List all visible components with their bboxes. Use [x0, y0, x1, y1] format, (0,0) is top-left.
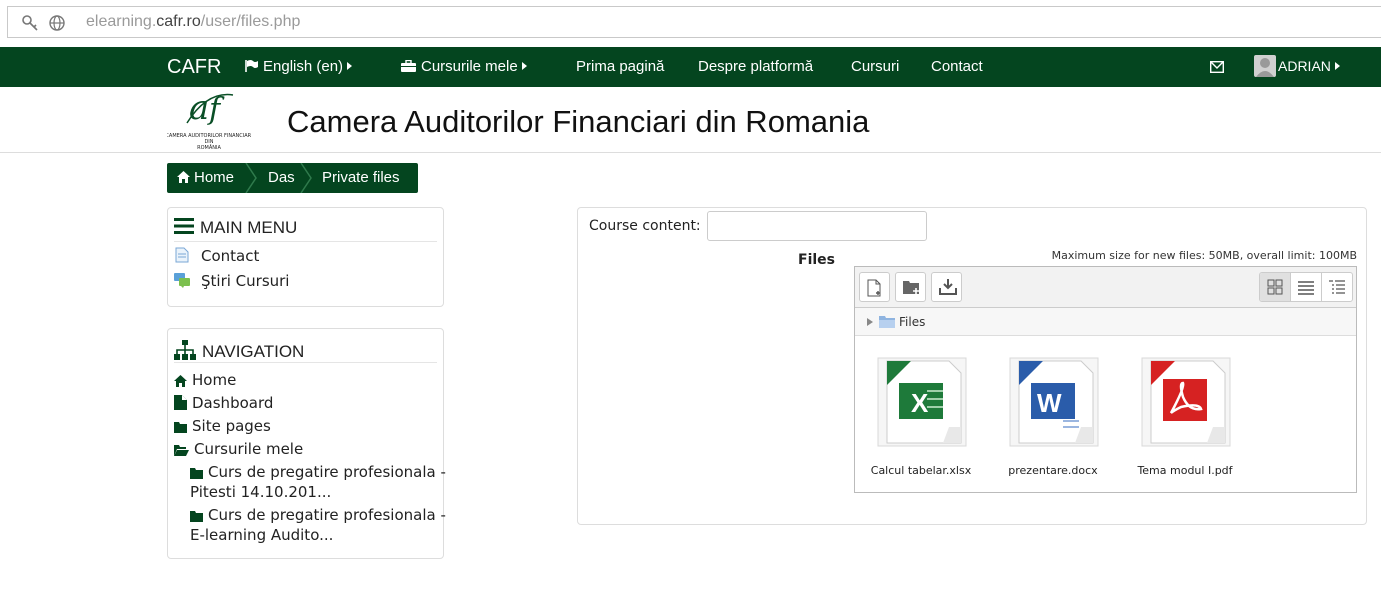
- private-files-region: Course content: Files Maximum size for n…: [577, 207, 1367, 525]
- brand-link[interactable]: CAFR: [167, 56, 221, 79]
- user-name: ADRIAN: [1278, 58, 1331, 74]
- cafr-logo[interactable]: a f CAMERA AUDITORILOR FINANCIARI DIN RO…: [167, 89, 251, 151]
- max-size-note: Maximum size for new files: 50MB, overal…: [1051, 249, 1357, 262]
- language-label: English ‎(en)‎: [263, 58, 344, 75]
- breadcrumb-home[interactable]: Home: [177, 169, 234, 186]
- avatar[interactable]: [1254, 55, 1276, 77]
- download-all-button[interactable]: [931, 272, 962, 302]
- browser-address-bar: elearning.cafr.ro/user/files.php: [0, 0, 1381, 46]
- folder-icon: [190, 511, 203, 522]
- nav-course-item[interactable]: Curs de pregatire profesionala -: [190, 506, 446, 524]
- pdf-file-icon: [1141, 357, 1231, 447]
- breadcrumb-dashboard[interactable]: Das: [268, 169, 295, 186]
- folder-icon: [174, 422, 187, 433]
- site-title: Camera Auditorilor Financiari din Romani…: [287, 104, 870, 139]
- forum-icon: [174, 273, 190, 288]
- list-view-button[interactable]: [1291, 273, 1322, 301]
- icons-view-button[interactable]: [1260, 273, 1291, 301]
- grid-icon: [1267, 279, 1283, 295]
- folder-icon: [190, 468, 203, 479]
- tree-icon: [1329, 280, 1345, 294]
- main-menu-title: MAIN MENU: [174, 218, 297, 238]
- sitemap-icon[interactable]: [174, 340, 196, 360]
- path-folder-name[interactable]: Files: [899, 315, 925, 329]
- language-menu[interactable]: English ‎(en)‎: [245, 58, 353, 75]
- breadcrumb-private-files[interactable]: Private files: [322, 169, 400, 186]
- svg-text:ROMÂNIA: ROMÂNIA: [197, 144, 221, 151]
- add-folder-icon: [903, 281, 919, 294]
- globe-icon: [49, 15, 65, 31]
- user-menu[interactable]: ADRIAN: [1278, 58, 1340, 74]
- download-icon: [939, 279, 957, 295]
- create-folder-button[interactable]: [895, 272, 926, 302]
- breadcrumb: Home Das Private files: [167, 163, 418, 193]
- caret-right-icon: [347, 62, 353, 70]
- briefcase-icon: [401, 60, 416, 72]
- file-name: Tema modul I.pdf: [1137, 464, 1233, 477]
- expand-arrow-icon[interactable]: [867, 318, 873, 326]
- file-item-xlsx[interactable]: X Calcul tabelar.xlsx: [855, 357, 975, 482]
- site-header: a f CAMERA AUDITORILOR FINANCIARI DIN RO…: [0, 87, 1381, 153]
- caret-right-icon: [521, 62, 527, 70]
- file-icon: [174, 395, 187, 410]
- svg-text:W: W: [1037, 388, 1062, 418]
- file-path-bar: Files: [855, 308, 1356, 336]
- breadcrumb-separator: [300, 163, 312, 193]
- home-icon: [177, 171, 190, 183]
- home-icon: [174, 375, 187, 387]
- flag-icon: [245, 60, 258, 72]
- nav-item-dashboard[interactable]: Dashboard: [174, 394, 273, 412]
- file-name: Calcul tabelar.xlsx: [870, 464, 972, 477]
- my-courses-menu[interactable]: Cursurile mele: [401, 58, 527, 75]
- caret-right-icon: [1334, 62, 1340, 70]
- nav-link-courses[interactable]: Cursuri: [851, 58, 899, 75]
- navigation-block: NAVIGATION Home Dashboard Site pages Cur…: [167, 328, 446, 559]
- top-navbar: CAFR English ‎(en)‎ Cursurile mele Prima…: [0, 47, 1381, 87]
- nav-link-contact[interactable]: Contact: [931, 58, 983, 75]
- file-manager: Files X Calcul tabelar.xlsx W prezentare…: [854, 266, 1357, 493]
- navigation-title: NAVIGATION: [174, 340, 304, 362]
- breadcrumb-separator: [245, 163, 257, 193]
- file-manager-toolbar: [855, 267, 1356, 308]
- files-label: Files: [798, 252, 835, 268]
- divider: [174, 362, 437, 363]
- nav-item-home[interactable]: Home: [174, 371, 236, 389]
- nav-item-my-courses[interactable]: Cursurile mele: [174, 440, 303, 458]
- excel-file-icon: X: [877, 357, 967, 447]
- nav-course-item[interactable]: Curs de pregatire profesionala -: [190, 463, 446, 481]
- nav-item-site-pages[interactable]: Site pages: [174, 417, 271, 435]
- svg-text:X: X: [911, 388, 929, 418]
- file-item-pdf[interactable]: Tema modul I.pdf: [1119, 357, 1239, 482]
- nav-link-home-page[interactable]: Prima pagină: [576, 58, 664, 75]
- nav-course-item-cont[interactable]: Pitesti 14.10.201...: [190, 483, 331, 501]
- envelope-icon[interactable]: [1210, 61, 1224, 73]
- word-file-icon: W: [1009, 357, 1099, 447]
- main-menu-item-contact[interactable]: Contact: [174, 247, 259, 265]
- url-bar[interactable]: elearning.cafr.ro/user/files.php: [7, 6, 1381, 38]
- folder-icon: [879, 316, 895, 328]
- user-icon: [1256, 58, 1274, 77]
- main-menu-block: MAIN MENU Contact Ştiri Cursuri: [167, 207, 444, 307]
- file-name: prezentare.docx: [1008, 464, 1098, 477]
- tree-view-button[interactable]: [1322, 273, 1352, 301]
- divider: [174, 241, 437, 242]
- hamburger-icon[interactable]: [174, 218, 194, 234]
- list-icon: [1298, 281, 1314, 295]
- url-text[interactable]: elearning.cafr.ro/user/files.php: [86, 13, 300, 31]
- page-icon: [175, 247, 189, 263]
- key-icon[interactable]: [21, 14, 39, 32]
- svg-text:f: f: [207, 92, 225, 127]
- view-mode-group: [1259, 272, 1353, 302]
- nav-course-item-cont[interactable]: E-learning Audito...: [190, 526, 333, 544]
- add-file-icon: [867, 279, 881, 297]
- my-courses-label: Cursurile mele: [421, 58, 518, 75]
- nav-link-about[interactable]: Despre platformă: [698, 58, 813, 75]
- main-menu-item-news[interactable]: Ştiri Cursuri: [174, 272, 289, 290]
- add-file-button[interactable]: [859, 272, 890, 302]
- course-content-input[interactable]: [707, 211, 927, 241]
- folder-open-icon: [174, 445, 189, 456]
- file-item-docx[interactable]: W prezentare.docx: [987, 357, 1107, 482]
- course-content-label: Course content:: [589, 218, 701, 234]
- svg-text:a: a: [189, 89, 209, 128]
